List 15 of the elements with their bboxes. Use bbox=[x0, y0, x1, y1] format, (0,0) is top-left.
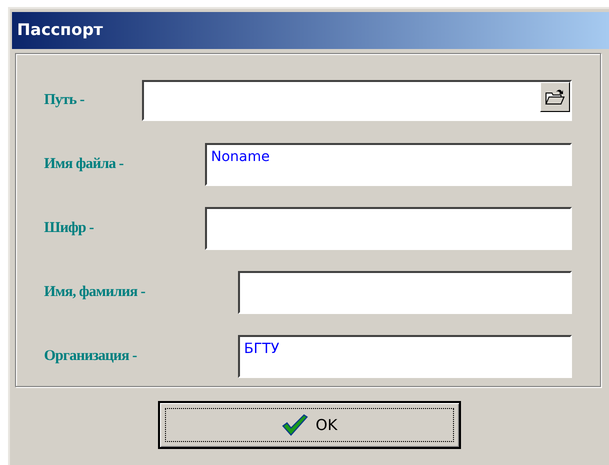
open-folder-button[interactable] bbox=[540, 82, 570, 112]
window-title: Пасспорт bbox=[12, 12, 609, 49]
input-field[interactable] bbox=[205, 206, 572, 250]
field-label: Шифр - bbox=[44, 218, 94, 238]
path-field[interactable] bbox=[142, 80, 572, 120]
input-field[interactable]: Noname bbox=[205, 142, 572, 186]
field-label: Имя файла - bbox=[44, 154, 124, 174]
field-label: Организация - bbox=[44, 346, 137, 366]
input-field[interactable] bbox=[238, 270, 572, 314]
ok-button[interactable]: OK bbox=[158, 401, 461, 449]
field-label: Путь - bbox=[44, 90, 84, 110]
input-field[interactable]: БГТУ bbox=[238, 334, 572, 378]
folder-icon bbox=[545, 88, 565, 106]
checkmark-icon bbox=[282, 414, 308, 436]
field-label: Имя, фамилия - bbox=[44, 282, 146, 302]
